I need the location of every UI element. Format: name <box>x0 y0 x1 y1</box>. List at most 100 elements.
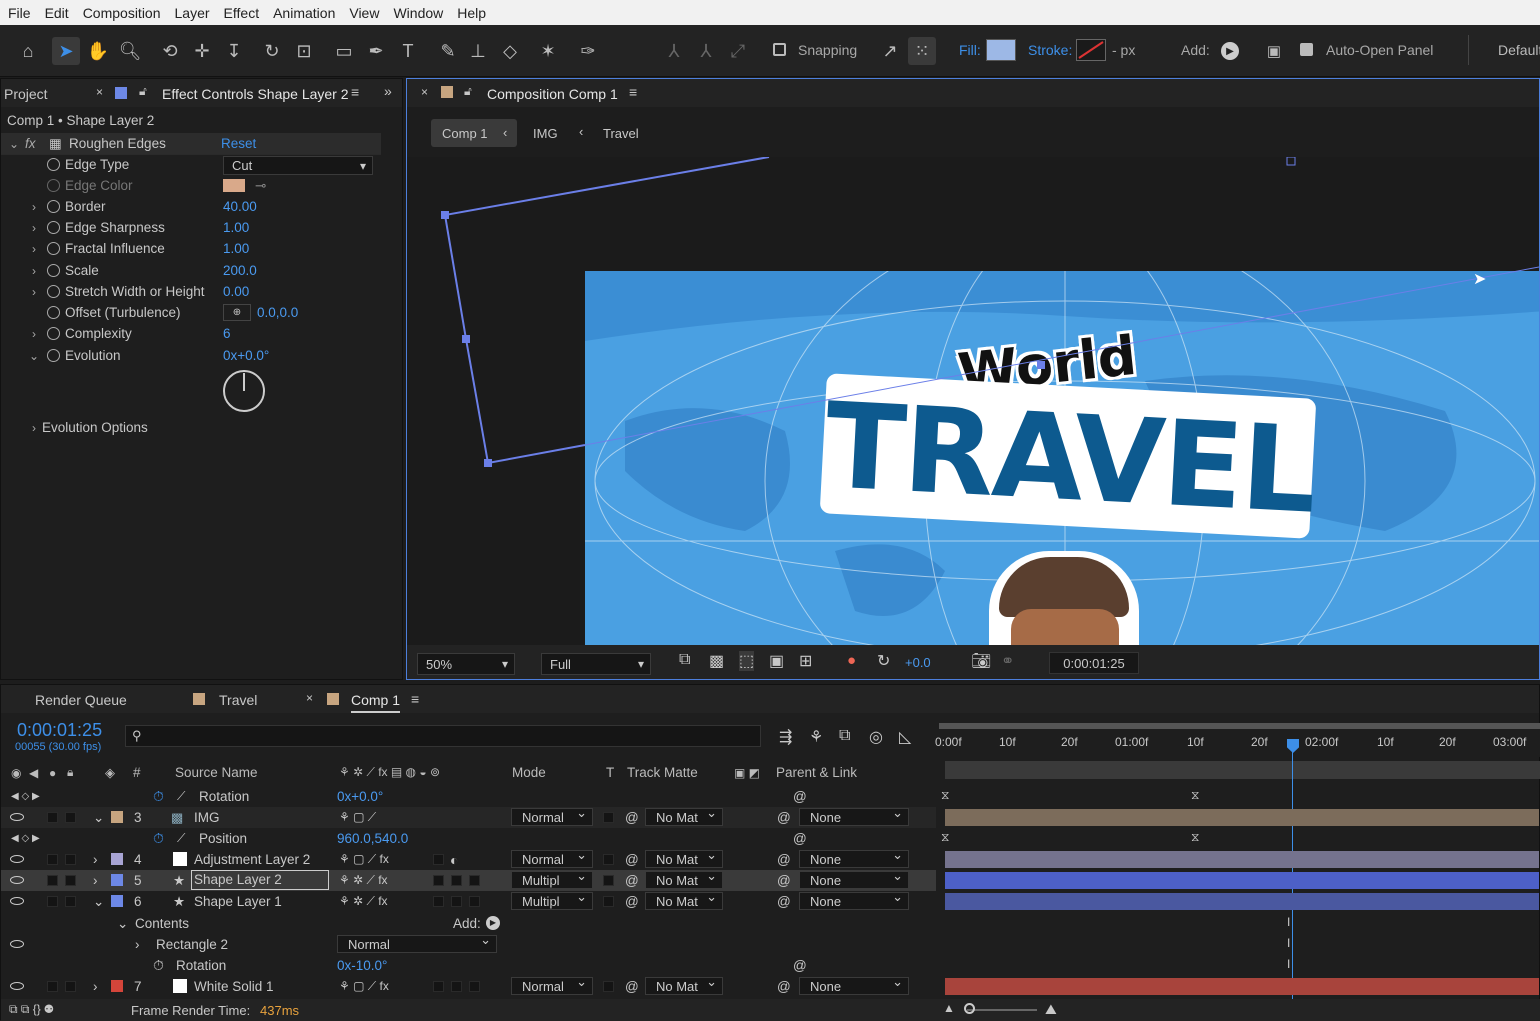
chevron-right-icon[interactable]: › <box>27 200 41 214</box>
zoom-tool-icon[interactable]: 🔍︎ <box>116 37 144 65</box>
edge-color-swatch[interactable] <box>223 179 245 192</box>
lock-icon[interactable]: 🔓︎ <box>464 84 472 99</box>
guides-icon[interactable]: ⊞ <box>799 651 812 671</box>
chevron-down-icon[interactable]: ⌄ <box>7 137 21 151</box>
keyframe-nav-icon[interactable]: ◀ ◇ ▶ <box>11 791 40 802</box>
keyframe-marker[interactable]: ⧖ <box>941 788 949 803</box>
anchor-tool-icon[interactable]: ⊡ <box>290 37 318 65</box>
pickwhip-icon[interactable]: @ <box>625 873 639 888</box>
menu-animation[interactable]: Animation <box>273 5 335 21</box>
stopwatch-icon[interactable] <box>47 179 60 192</box>
resolution-dropdown[interactable]: Full <box>541 653 651 675</box>
add-shape-icon[interactable]: ▶ <box>1221 42 1239 60</box>
fast-preview-icon[interactable]: ⧉ <box>679 651 690 669</box>
eye-icon[interactable] <box>10 813 24 821</box>
snap-points-icon[interactable]: ⁙ <box>908 37 936 65</box>
eye-icon[interactable] <box>10 982 24 990</box>
menu-layer[interactable]: Layer <box>175 5 210 21</box>
layer-name[interactable]: IMG <box>194 810 220 825</box>
eyedropper-icon[interactable]: ⊸ <box>255 178 266 194</box>
menu-help[interactable]: Help <box>457 5 486 21</box>
pickwhip-icon[interactable]: @ <box>793 831 807 846</box>
layer-bar-shape-layer-1[interactable] <box>945 893 1539 910</box>
chevron-right-icon[interactable]: › <box>27 327 41 341</box>
parent-pickwhip-icon[interactable]: @ <box>777 810 791 825</box>
keyframe-marker[interactable]: ⧖ <box>1191 830 1199 845</box>
graph-icon[interactable]: ⟋ <box>177 831 185 846</box>
rotation-value[interactable]: 0x+0.0° <box>337 789 383 804</box>
layer-row-white-solid[interactable]: › 7 White Solid 1 ⚘ ▢ ⟋ fx Normal @ No M… <box>1 974 936 997</box>
video-switch-icon[interactable]: ◉ <box>11 766 21 780</box>
close-icon[interactable]: × <box>306 691 313 705</box>
rotation-value[interactable]: 0x-10.0° <box>337 958 387 973</box>
add-content-icon[interactable]: ▶ <box>486 916 500 930</box>
chevron-right-icon[interactable]: › <box>93 979 98 994</box>
panel-menu-icon[interactable]: ≡ <box>411 691 419 707</box>
local-axis-icon[interactable]: ⅄ <box>660 37 688 65</box>
stopwatch-icon[interactable] <box>47 221 60 234</box>
timeline-zoom-slider[interactable] <box>967 1009 1037 1011</box>
pickwhip-icon[interactable]: @ <box>793 958 807 973</box>
complexity-value[interactable]: 6 <box>223 326 231 341</box>
selection-tool-icon[interactable]: ➤ <box>52 37 80 65</box>
label-color-swatch[interactable] <box>111 874 123 886</box>
parent-pickwhip-icon[interactable]: @ <box>777 979 791 994</box>
comp1-tab[interactable]: Comp 1 <box>351 692 401 713</box>
chevron-down-icon[interactable]: ⌄ <box>93 810 104 826</box>
keyframe-nav-icon[interactable]: ◀ ◇ ▶ <box>11 833 40 844</box>
status-toggle-icons[interactable]: ⧉ ⧉ {} ⚉ <box>9 1002 54 1017</box>
chevron-down-icon[interactable]: ⌄ <box>27 349 41 363</box>
orbit-camera-icon[interactable]: ⟲ <box>156 37 184 65</box>
lock-icon[interactable]: 🔓︎ <box>139 84 147 99</box>
layer-switches[interactable]: ⚘ ✲ ⟋ fx <box>339 894 388 909</box>
stopwatch-icon[interactable] <box>47 285 60 298</box>
layer-switches[interactable]: ⚘ ✲ ⟋ fx <box>339 873 388 888</box>
brush-tool-icon[interactable]: ✎ <box>434 37 462 65</box>
stopwatch-icon[interactable] <box>47 242 60 255</box>
label-color-swatch[interactable] <box>111 811 123 823</box>
stroke-width[interactable]: - px <box>1112 42 1135 58</box>
pickwhip-icon[interactable]: @ <box>625 894 639 909</box>
layer-name-editing[interactable]: Shape Layer 2 <box>191 870 329 890</box>
stretch-value[interactable]: 0.00 <box>223 284 249 299</box>
layer-bar-adjustment[interactable] <box>945 851 1539 868</box>
chevron-right-icon[interactable]: › <box>93 873 98 888</box>
shy-layers-icon[interactable]: ⚘ <box>809 727 823 747</box>
eye-icon[interactable] <box>10 855 24 863</box>
zoom-dropdown[interactable]: 50% <box>417 653 515 675</box>
rotation-tool-icon[interactable]: ↻ <box>258 37 286 65</box>
zoom-in-icon[interactable]: ⛰ <box>1045 1001 1057 1018</box>
adjustment-layer-icon[interactable]: ◐ <box>450 852 458 868</box>
dolly-camera-icon[interactable]: ↧ <box>220 37 248 65</box>
stopwatch-active-icon[interactable]: ⏱︎ <box>153 788 164 805</box>
keyframe-marker[interactable]: ⧖ <box>1191 788 1199 803</box>
zoom-slider-handle[interactable] <box>964 1003 975 1014</box>
pan-camera-icon[interactable]: ✛ <box>188 37 216 65</box>
layer-row-shape-layer-2[interactable]: › 5 ★ Shape Layer 2 ⚘ ✲ ⟋ fx Multipl @ N… <box>1 868 936 891</box>
group-blend-mode-dropdown[interactable]: Normal <box>337 932 497 953</box>
menu-effect[interactable]: Effect <box>224 5 260 21</box>
layer-switches[interactable]: ⚘ ▢ ⟋ fx <box>339 979 389 994</box>
graph-icon[interactable]: ⟋ <box>177 789 185 804</box>
shape-path-overlay[interactable] <box>407 157 1539 645</box>
layer-search-input[interactable]: ⚲ <box>125 725 761 747</box>
evolution-options-row[interactable]: › Evolution Options <box>1 417 381 438</box>
eye-icon[interactable] <box>10 940 24 948</box>
fx-icon[interactable]: fx <box>25 136 41 151</box>
stopwatch-icon[interactable] <box>47 306 60 319</box>
label-color-swatch[interactable] <box>111 980 123 992</box>
crosshair-icon[interactable]: ⊕ <box>223 304 251 321</box>
stopwatch-icon[interactable] <box>47 200 60 213</box>
world-axis-icon[interactable]: ⅄ <box>692 37 720 65</box>
track-matte-dropdown[interactable]: No Mat <box>645 974 723 995</box>
track-matte-dropdown[interactable]: No Mat <box>645 805 723 826</box>
comp-viewer[interactable]: World TRAVEL ➤ <box>407 157 1539 645</box>
stopwatch-icon[interactable] <box>47 158 60 171</box>
reset-exposure-icon[interactable]: ↻ <box>877 651 890 671</box>
mask-path-icon[interactable]: ⬚ <box>739 651 755 671</box>
transparency-grid-icon[interactable]: ▩ <box>709 651 724 671</box>
travel-tab[interactable]: Travel <box>219 692 257 708</box>
pickwhip-icon[interactable]: @ <box>625 852 639 867</box>
keyframe-marker[interactable]: ⧖ <box>941 830 949 845</box>
offset-value[interactable]: 0.0,0.0 <box>257 305 298 320</box>
